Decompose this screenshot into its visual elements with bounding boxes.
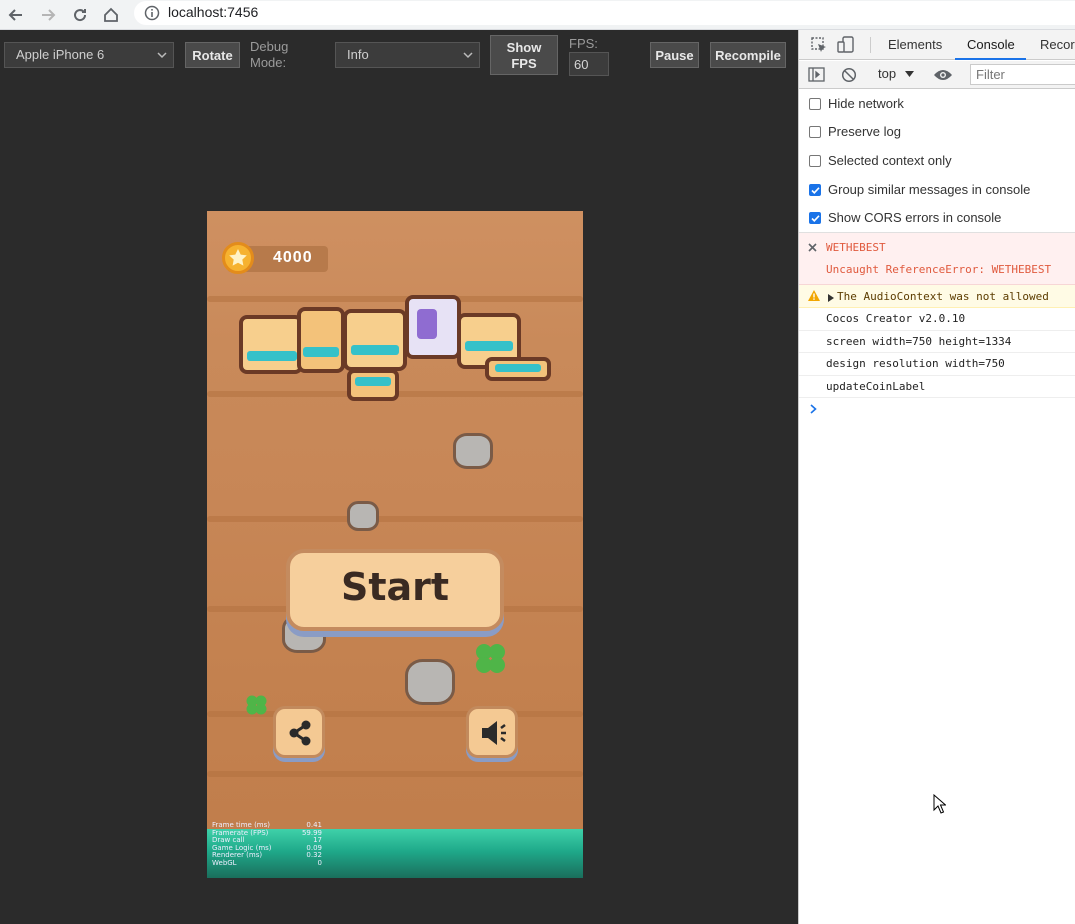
chevron-down-icon [463,48,473,59]
console-prompt-icon[interactable] [810,401,817,419]
debug-mode-select[interactable]: Info [335,42,480,68]
ground-stripe [207,771,583,777]
clear-console-icon[interactable] [841,67,857,88]
option-hide-network[interactable]: Hide network [809,96,904,111]
coin-count: 4000 [273,249,313,266]
share-button[interactable] [273,706,325,758]
checkbox[interactable] [809,125,821,138]
forward-icon[interactable] [37,4,59,26]
fps-input[interactable]: 60 [569,52,609,76]
game-canvas[interactable]: 4000 Start Frame time (ms) 0.41 Framerat… [207,211,583,878]
stat-label: WebGL [212,858,237,867]
inspect-element-icon[interactable] [810,36,828,59]
rock [405,659,455,705]
message-text: Cocos Creator v2.0.10 [826,312,966,325]
url-text: localhost:7456 [168,4,259,20]
site-info-icon[interactable] [144,5,160,26]
message-text: screen width=750 height=1334 [826,335,1012,348]
filter-input[interactable]: Filter [970,64,1075,85]
stat-value: 0 [317,858,322,867]
option-selected-context[interactable]: Selected context only [809,153,952,168]
rock [347,501,379,531]
address-bar[interactable]: localhost:7456 [134,1,1075,25]
check-icon [811,214,820,222]
check-icon [811,186,820,194]
checkbox-checked[interactable] [809,183,821,196]
clover-icon [476,644,505,673]
console-log[interactable]: screen width=750 height=1334 [799,331,1075,353]
simulator-panel: Apple iPhone 6 Rotate Debug Mode: Info S… [0,30,798,924]
tab-console[interactable]: Console [967,37,1015,52]
chevron-down-icon [157,48,167,59]
clover-icon [246,695,267,715]
ground-stripe [207,516,583,522]
option-label: Selected context only [828,153,952,168]
expand-arrow-icon[interactable] [828,292,834,305]
device-toolbar-icon[interactable] [837,36,855,59]
start-button[interactable]: Start [286,549,504,631]
tab-elements[interactable]: Elements [888,37,942,52]
context-select[interactable]: top [878,66,914,81]
console-error[interactable]: WETHEBEST Uncaught ReferenceError: WETHE… [799,233,1075,285]
divider [870,37,871,53]
eye-icon[interactable] [933,68,953,87]
devtools-panel: Elements Console Recorder top Filter Hid… [798,30,1075,924]
console-log[interactable]: Cocos Creator v2.0.10 [799,308,1075,331]
console-toolbar: top Filter [799,61,1075,89]
tab-recorder[interactable]: Recorder [1040,37,1075,52]
active-tab-indicator [955,58,1026,60]
device-select[interactable]: Apple iPhone 6 [4,42,174,68]
debug-mode-label: Debug Mode: [250,39,289,70]
checkbox[interactable] [809,154,821,167]
back-icon[interactable] [5,4,27,26]
pause-button[interactable]: Pause [650,42,699,68]
simulator-toolbar: Apple iPhone 6 Rotate Debug Mode: Info S… [0,30,798,80]
checkbox-checked[interactable] [809,211,821,224]
share-icon [289,720,311,746]
reload-icon[interactable] [69,4,91,26]
message-text: updateCoinLabel [826,380,926,393]
option-label: Hide network [828,96,904,111]
message-text: Uncaught ReferenceError: WETHEBEST [826,263,1052,276]
option-label: Group similar messages in console [828,182,1031,197]
debug-mode-value: Info [347,47,369,62]
option-label: Preserve log [828,124,901,139]
game-logo [239,295,551,401]
home-icon[interactable] [100,4,122,26]
rotate-button[interactable]: Rotate [185,42,240,68]
stat-row: WebGL 0 [212,858,322,868]
fps-stats: Frame time (ms) 0.41 Framerate (FPS) 59.99… [212,821,322,868]
option-preserve-log[interactable]: Preserve log [809,124,901,139]
console-log[interactable]: updateCoinLabel [799,376,1075,398]
start-label: Start [340,565,450,609]
sound-button[interactable] [466,706,518,758]
mouse-cursor-icon [933,793,947,819]
option-label: Show CORS errors in console [828,210,1002,225]
devtools-tabbar: Elements Console Recorder [799,30,1075,60]
recompile-button[interactable]: Recompile [710,42,786,68]
speaker-icon [482,721,506,745]
error-icon [808,242,817,255]
star-coin-icon [222,242,254,274]
option-show-cors[interactable]: Show CORS errors in console [809,210,1001,225]
option-group-similar[interactable]: Group similar messages in console [809,182,1030,197]
message-text: The AudioContext was not allowed [837,290,1049,303]
checkbox[interactable] [809,97,821,110]
console-warning[interactable]: The AudioContext was not allowed [799,285,1075,308]
rock [453,433,493,469]
message-text: WETHEBEST [826,241,886,254]
device-select-value: Apple iPhone 6 [16,47,105,62]
console-log[interactable]: design resolution width=750 [799,353,1075,376]
show-fps-button[interactable]: Show FPS [490,35,558,75]
fps-label: FPS: [569,36,598,51]
warning-icon [808,290,820,304]
sidebar-toggle-icon[interactable] [808,67,825,87]
message-text: design resolution width=750 [826,357,1005,370]
context-value: top [878,66,897,81]
browser-toolbar: localhost:7456 [0,0,1075,30]
caret-down-icon [904,71,914,77]
